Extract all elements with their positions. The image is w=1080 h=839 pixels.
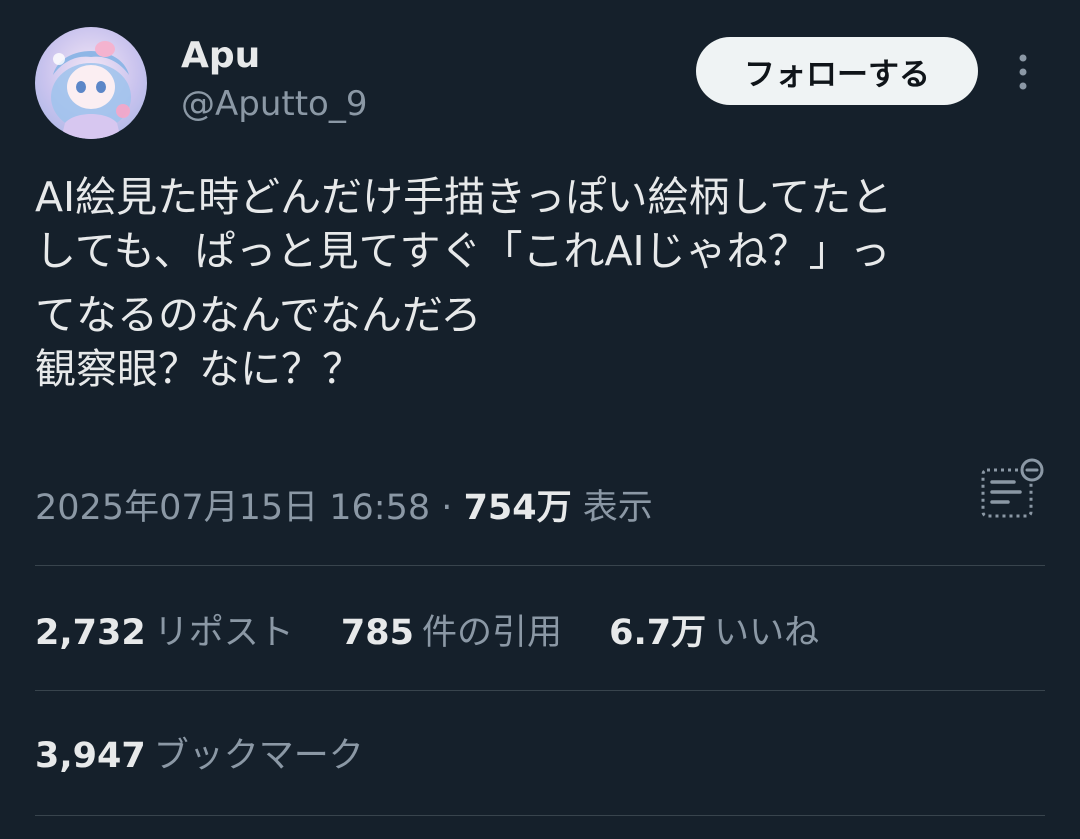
likes-label: いいね bbox=[714, 613, 820, 653]
user-handle[interactable]: @Aputto_9 bbox=[181, 82, 368, 126]
tweet-meta: 2025年07月15日 16:58 · 754万 表示 bbox=[35, 485, 653, 531]
tweet-line: てなるのなんでなんだろ bbox=[35, 291, 482, 339]
reposts-stat[interactable]: 2,732 リポスト bbox=[35, 610, 294, 656]
more-vertical-icon[interactable] bbox=[1006, 52, 1040, 92]
divider bbox=[35, 690, 1045, 691]
quotes-label: 件の引用 bbox=[421, 613, 562, 653]
divider bbox=[35, 815, 1045, 816]
bookmarks-label: ブックマーク bbox=[153, 736, 364, 776]
tweet-line: AI絵見た時どんだけ手描きっぽい絵柄してたと bbox=[35, 173, 893, 221]
avatar-illustration-icon bbox=[35, 27, 147, 139]
view-count: 754万 bbox=[463, 488, 572, 528]
bookmarks-count: 3,947 bbox=[35, 736, 146, 776]
display-name[interactable]: Apu bbox=[181, 34, 260, 78]
analytics-icon[interactable] bbox=[980, 458, 1046, 520]
avatar[interactable] bbox=[35, 27, 147, 139]
reposts-count: 2,732 bbox=[35, 613, 146, 653]
likes-count: 6.7万 bbox=[609, 613, 707, 653]
bookmarks-stat[interactable]: 3,947 ブックマーク bbox=[35, 733, 400, 779]
tweet-line: 観察眼？なに？？ bbox=[35, 345, 363, 393]
likes-stat[interactable]: 6.7万 いいね bbox=[609, 610, 819, 656]
reposts-label: リポスト bbox=[153, 613, 294, 653]
meta-separator: · bbox=[441, 488, 453, 528]
follow-button[interactable]: フォローする bbox=[696, 37, 978, 105]
tweet-line: しても、ぱっと見てすぐ「これAIじゃね？」っ bbox=[35, 227, 891, 275]
divider bbox=[35, 565, 1045, 566]
tweet-datetime[interactable]: 2025年07月15日 16:58 bbox=[35, 488, 430, 528]
tweet-text: AI絵見た時どんだけ手描きっぽい絵柄してたと しても、ぱっと見てすぐ「これAIじ… bbox=[35, 170, 1055, 396]
quotes-stat[interactable]: 785 件の引用 bbox=[341, 610, 562, 656]
engagement-stats: 2,732 リポスト 785 件の引用 6.7万 いいね bbox=[35, 610, 855, 656]
view-count-label: 表示 bbox=[582, 488, 653, 528]
quotes-count: 785 bbox=[340, 613, 414, 653]
